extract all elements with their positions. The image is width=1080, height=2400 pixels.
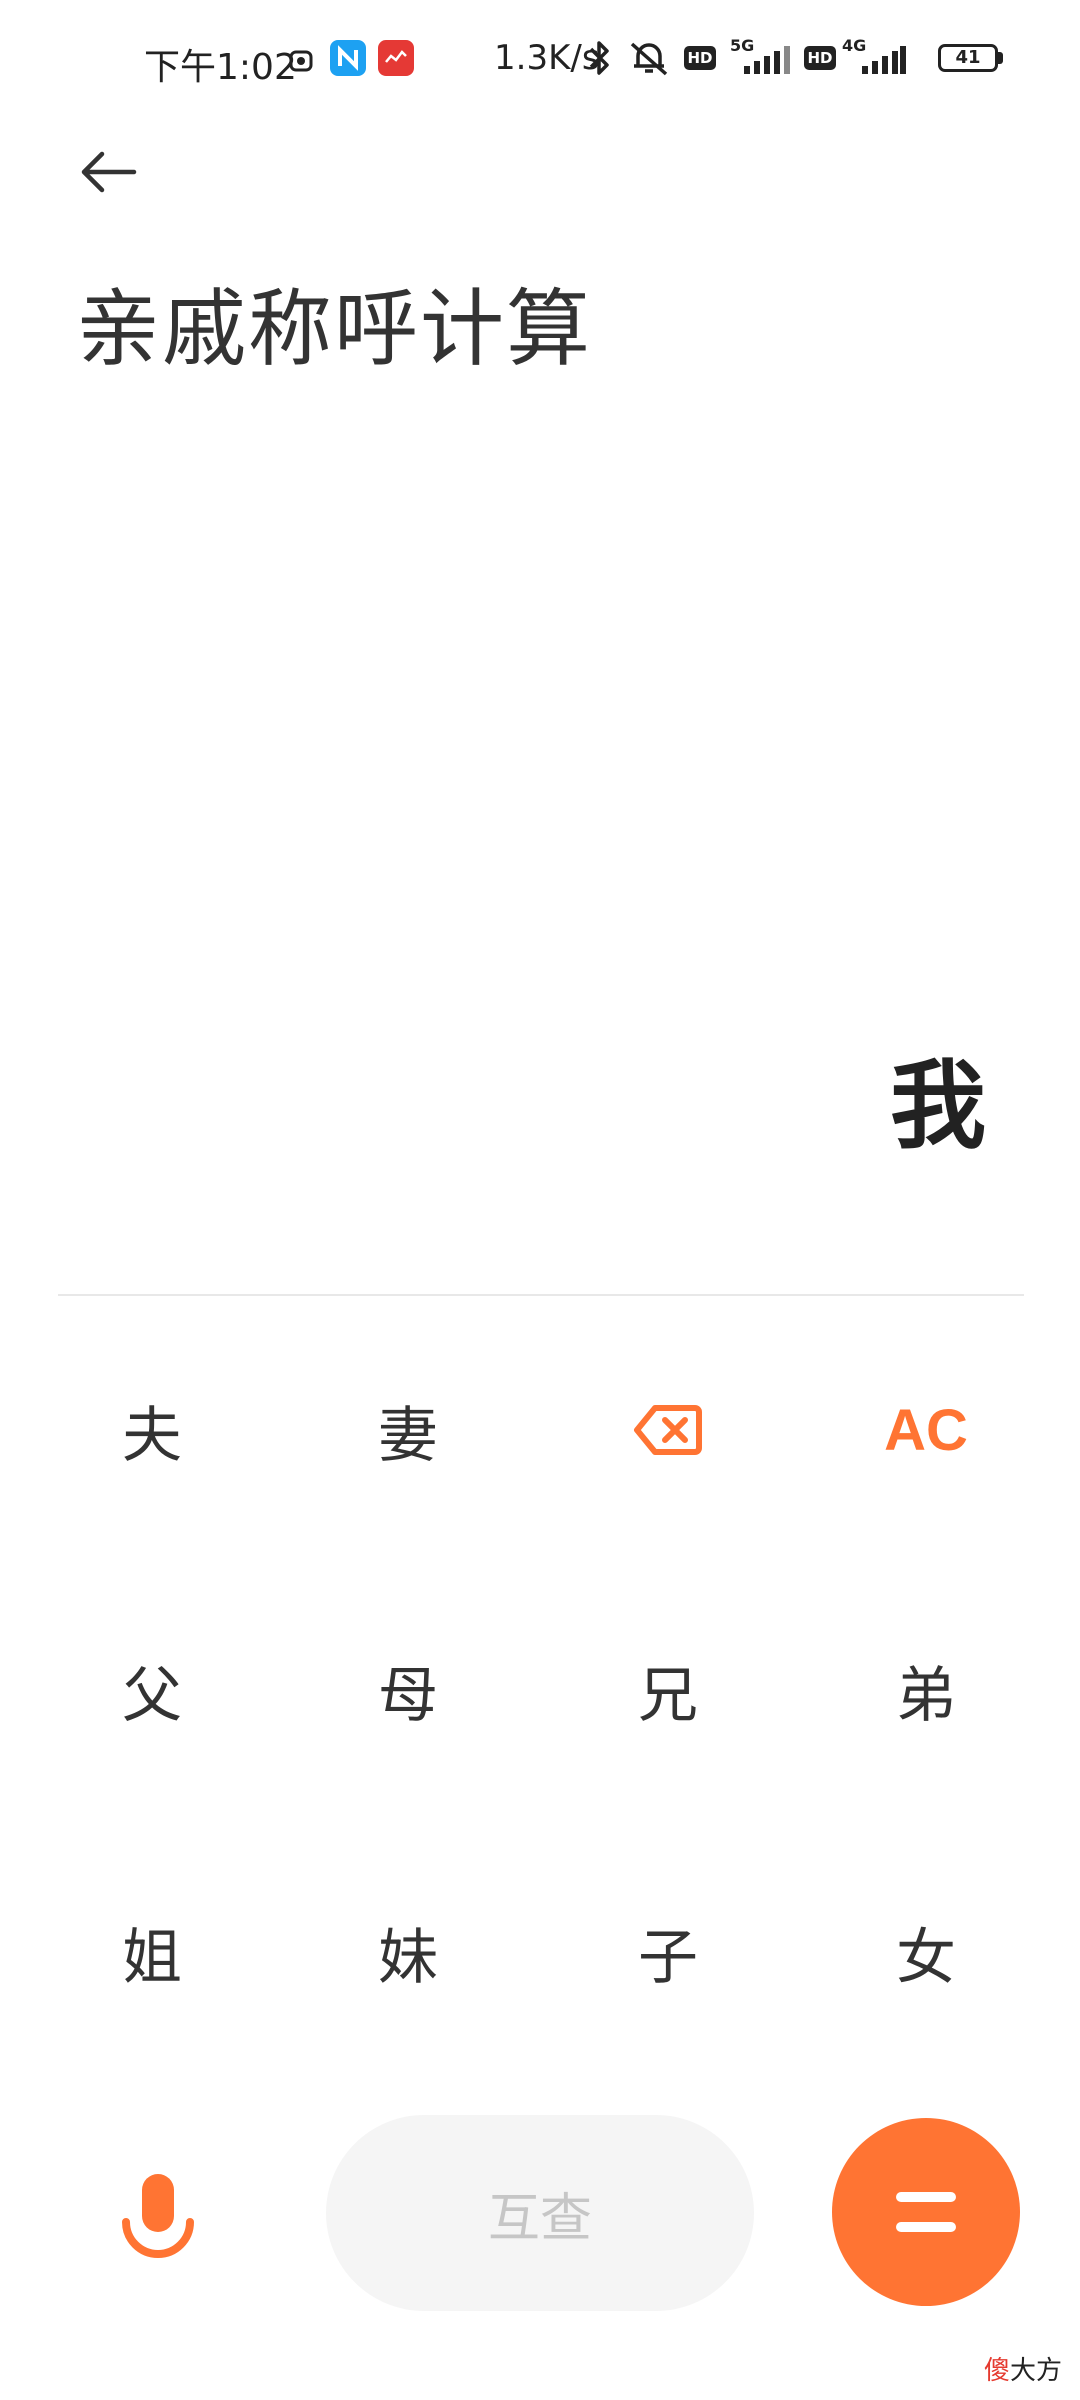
hd-badge-1: HD	[684, 46, 716, 70]
key-mother[interactable]: 母	[308, 1610, 508, 1770]
back-arrow-icon[interactable]	[76, 140, 140, 204]
divider	[58, 1294, 1024, 1296]
red-app-notification-icon	[378, 40, 414, 76]
equals-icon	[896, 2192, 956, 2202]
mutual-query-button[interactable]: 互查	[326, 2115, 754, 2311]
key-younger-brother[interactable]: 弟	[826, 1610, 1026, 1770]
bluetooth-icon	[589, 41, 609, 75]
key-son[interactable]: 子	[568, 1872, 768, 2032]
key-elder-sister[interactable]: 姐	[52, 1872, 252, 2032]
status-bar: 下午1:02 1.3K/s HD 5G HD 4G 41	[0, 0, 1080, 120]
key-elder-brother[interactable]: 兄	[568, 1610, 768, 1770]
equals-icon-bar	[896, 2222, 956, 2232]
watermark-accent: 傻	[983, 2356, 1010, 2386]
mutual-query-label: 互查	[487, 2188, 592, 2249]
signal-4g-icon	[862, 46, 906, 74]
hd-badge-2: HD	[804, 46, 836, 70]
key-daughter[interactable]: 女	[826, 1872, 1026, 2032]
watermark-text: 大方	[1009, 2356, 1062, 2386]
page-title: 亲戚称呼计算	[76, 280, 593, 378]
result-display: 我	[890, 1050, 986, 1162]
battery-level: 41	[955, 47, 981, 68]
watermark: 傻大方	[984, 2350, 1062, 2387]
mute-bell-icon	[630, 42, 668, 76]
battery-tip	[998, 52, 1003, 64]
signal-5g-icon	[744, 46, 790, 74]
key-husband[interactable]: 夫	[52, 1350, 252, 1510]
equals-button[interactable]	[832, 2118, 1020, 2306]
n-app-notification-icon	[330, 40, 366, 76]
net-speed: 1.3K/s	[494, 38, 600, 78]
key-father[interactable]: 父	[52, 1610, 252, 1770]
backspace-button[interactable]	[568, 1350, 768, 1510]
camera-notification-icon	[289, 50, 313, 72]
key-wife[interactable]: 妻	[308, 1350, 508, 1510]
clear-all-button[interactable]: AC	[826, 1350, 1026, 1510]
microphone-icon[interactable]	[118, 2170, 198, 2280]
status-time: 下午1:02	[144, 47, 297, 88]
key-younger-sister[interactable]: 妹	[308, 1872, 508, 2032]
backspace-icon	[634, 1405, 702, 1455]
